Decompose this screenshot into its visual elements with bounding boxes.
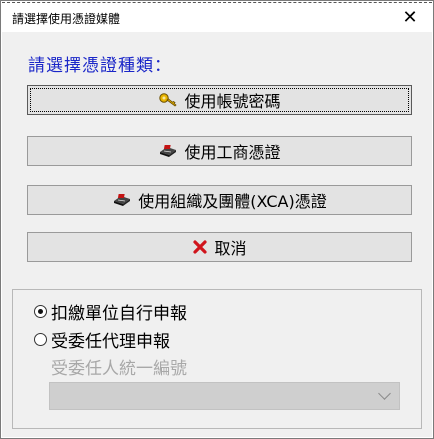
close-icon: ✕: [402, 6, 418, 28]
use-xca-cert-button[interactable]: 使用組織及團體(XCA)憑證: [27, 185, 412, 215]
radio-indicator-selected: [34, 305, 47, 318]
agent-id-label: 受委任人統一編號: [51, 359, 187, 379]
key-icon: [158, 92, 178, 108]
use-password-button[interactable]: 使用帳號密碼: [27, 85, 412, 115]
agent-id-select[interactable]: [49, 382, 400, 410]
close-button[interactable]: ✕: [388, 2, 432, 32]
dialog-body: 請選擇憑證種類： 使用帳號密碼 使用工商憑證 使用組織及團體(XCA)憑證 取消…: [2, 32, 432, 437]
use-password-label: 使用帳號密碼: [184, 92, 281, 111]
dialog-window: 請選擇使用憑證媒體 ✕ 請選擇憑證種類： 使用帳號密碼 使用工商憑證 使用組織及…: [0, 0, 434, 439]
card-reader-icon: [112, 192, 132, 208]
red-x-icon: [192, 239, 208, 255]
cancel-button[interactable]: 取消: [27, 232, 412, 262]
title-dash-line: [2, 2, 432, 5]
use-business-cert-label: 使用工商憑證: [184, 143, 281, 162]
prompt-label: 請選擇憑證種類：: [28, 56, 172, 76]
title-bar: 請選擇使用憑證媒體 ✕: [2, 2, 432, 32]
use-xca-cert-label: 使用組織及團體(XCA)憑證: [138, 192, 327, 211]
radio-agent-filing[interactable]: 受委任代理申報: [34, 327, 170, 352]
radio-self-filing[interactable]: 扣繳單位自行申報: [34, 299, 187, 324]
radio-agent-filing-label: 受委任代理申報: [51, 332, 170, 352]
chevron-down-icon: [378, 387, 391, 400]
cancel-label: 取消: [214, 239, 247, 258]
use-business-cert-button[interactable]: 使用工商憑證: [27, 136, 412, 166]
radio-indicator: [34, 333, 47, 346]
card-reader-icon: [158, 143, 178, 159]
radio-self-filing-label: 扣繳單位自行申報: [51, 304, 187, 324]
window-title: 請選擇使用憑證媒體: [12, 12, 121, 26]
